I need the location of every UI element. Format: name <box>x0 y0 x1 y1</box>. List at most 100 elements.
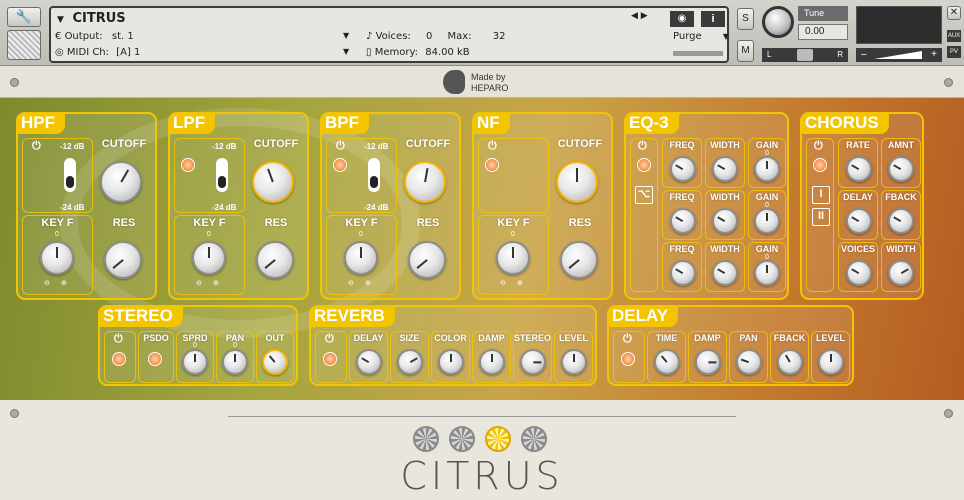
reverb-power-icon[interactable]: ⏻ <box>325 333 334 346</box>
prev-next-arrows[interactable]: ◀ ▶ <box>631 11 648 21</box>
chorus-amnt-knob[interactable] <box>888 156 914 182</box>
max-voices-value[interactable]: 32 <box>493 31 506 42</box>
lpf-keyf-minus[interactable]: ⊖ <box>196 279 202 287</box>
volume-plus[interactable]: + <box>931 48 937 61</box>
reverb-delay-knob[interactable] <box>356 349 382 375</box>
stereo-sprd-knob[interactable] <box>182 349 208 375</box>
reverb-size-knob[interactable] <box>397 349 423 375</box>
volume-minus[interactable]: – <box>861 48 867 61</box>
reverb-citrus-icon[interactable] <box>323 352 337 366</box>
hpf-cutoff-knob[interactable] <box>100 161 142 203</box>
close-button[interactable]: ✕ <box>947 6 961 20</box>
reverb-stereo-knob[interactable] <box>520 349 546 375</box>
instrument-name[interactable]: CITRUS <box>72 11 125 26</box>
solo-button[interactable]: S <box>737 8 754 30</box>
aux-button[interactable]: AUX <box>947 30 961 42</box>
tune-knob[interactable] <box>762 6 794 38</box>
delay-pan-knob[interactable] <box>736 349 762 375</box>
reverb-color-knob[interactable] <box>438 349 464 375</box>
delay-time-knob[interactable] <box>654 349 680 375</box>
stereo-out-knob[interactable] <box>262 349 288 375</box>
lpf-keyf-plus[interactable]: ⊕ <box>213 279 219 287</box>
chorus-width-knob[interactable] <box>888 260 914 286</box>
delay-citrus-icon[interactable] <box>621 352 635 366</box>
lpf-keyf-knob[interactable] <box>192 241 226 275</box>
output-dropdown-icon[interactable]: ▼ <box>343 31 349 40</box>
eq3-gain2-knob[interactable] <box>754 208 780 234</box>
nf-keyf-minus[interactable]: ⊖ <box>500 279 506 287</box>
eq3-freq1-knob[interactable] <box>670 156 696 182</box>
pv-button[interactable]: PV <box>947 46 961 58</box>
chorus-citrus-icon[interactable] <box>813 158 827 172</box>
midi-value[interactable]: [A] 1 <box>116 47 140 58</box>
midi-row[interactable]: ◎ MIDI Ch: [A] 1 <box>55 47 140 58</box>
page-wheel-3-icon[interactable] <box>485 426 511 452</box>
hpf-res-knob[interactable] <box>104 241 142 279</box>
chorus-voices-knob[interactable] <box>846 260 872 286</box>
info-button[interactable]: i <box>701 11 725 27</box>
chorus-power-icon[interactable]: ⏻ <box>814 140 823 153</box>
stereo-psdo-toggle[interactable] <box>148 352 162 366</box>
bpf-cutoff-knob[interactable] <box>404 161 446 203</box>
eq3-gain3-knob[interactable] <box>754 260 780 286</box>
hpf-keyf-knob[interactable] <box>40 241 74 275</box>
chorus-fback-knob[interactable] <box>888 208 914 234</box>
lpf-power-citrus-icon[interactable] <box>181 158 195 172</box>
hpf-slope-switch[interactable] <box>64 158 76 192</box>
nf-res-knob[interactable] <box>560 241 598 279</box>
stereo-citrus-icon[interactable] <box>112 352 126 366</box>
snapshot-button[interactable] <box>7 30 41 60</box>
reverb-level-knob[interactable] <box>561 349 587 375</box>
bpf-keyf-knob[interactable] <box>344 241 378 275</box>
pan-slider[interactable]: L R <box>762 48 848 62</box>
bpf-keyf-minus[interactable]: ⊖ <box>348 279 354 287</box>
delay-damp-knob[interactable] <box>695 349 721 375</box>
nf-cutoff-knob[interactable] <box>556 161 598 203</box>
eq3-shelf-icon[interactable]: ⌥ <box>635 186 653 204</box>
pan-handle[interactable] <box>797 49 813 61</box>
delay-power-icon[interactable]: ⏻ <box>623 333 632 346</box>
tune-value[interactable]: 0.00 <box>798 24 848 40</box>
page-wheel-2-icon[interactable] <box>449 426 475 452</box>
hpf-keyf-minus[interactable]: ⊖ <box>44 279 50 287</box>
eq3-freq3-knob[interactable] <box>670 260 696 286</box>
bpf-power-icon[interactable]: ⏻ <box>336 140 345 153</box>
bpf-res-knob[interactable] <box>408 241 446 279</box>
camera-button[interactable]: ◉ <box>670 11 694 27</box>
reverb-damp-knob[interactable] <box>479 349 505 375</box>
collapse-arrow-icon[interactable]: ▼ <box>57 15 64 25</box>
chorus-mode-2-button[interactable]: II <box>812 208 830 226</box>
nf-power-icon[interactable]: ⏻ <box>488 140 497 153</box>
eq3-width3-knob[interactable] <box>712 260 738 286</box>
chorus-delay-knob[interactable] <box>846 208 872 234</box>
bpf-slope-switch[interactable] <box>368 158 380 192</box>
mute-button[interactable]: M <box>737 40 754 62</box>
eq3-freq2-knob[interactable] <box>670 208 696 234</box>
eq3-power-icon[interactable]: ⏻ <box>638 140 647 153</box>
page-wheel-4-icon[interactable] <box>521 426 547 452</box>
chorus-rate-knob[interactable] <box>846 156 872 182</box>
wrench-button[interactable]: 🔧 <box>7 7 41 27</box>
bpf-keyf-plus[interactable]: ⊕ <box>365 279 371 287</box>
nf-keyf-plus[interactable]: ⊕ <box>517 279 523 287</box>
chorus-mode-1-button[interactable]: I <box>812 186 830 204</box>
eq3-citrus-icon[interactable] <box>637 158 651 172</box>
output-value[interactable]: st. 1 <box>112 31 134 42</box>
delay-fback-knob[interactable] <box>777 349 803 375</box>
page-wheel-1-icon[interactable] <box>413 426 439 452</box>
stereo-power-icon[interactable]: ⏻ <box>114 333 123 346</box>
lpf-cutoff-knob[interactable] <box>252 161 294 203</box>
hpf-keyf-plus[interactable]: ⊕ <box>61 279 67 287</box>
stereo-pan-knob[interactable] <box>222 349 248 375</box>
lpf-res-knob[interactable] <box>256 241 294 279</box>
output-row[interactable]: € Output: st. 1 <box>55 31 134 42</box>
eq3-width1-knob[interactable] <box>712 156 738 182</box>
purge-menu[interactable]: Purge ▼ <box>673 31 729 42</box>
midi-dropdown-icon[interactable]: ▼ <box>343 47 349 56</box>
volume-slider[interactable]: – + <box>856 48 942 62</box>
eq3-width2-knob[interactable] <box>712 208 738 234</box>
lpf-slope-switch[interactable] <box>216 158 228 192</box>
delay-level-knob[interactable] <box>818 349 844 375</box>
bpf-citrus-icon[interactable] <box>333 158 347 172</box>
eq3-gain1-knob[interactable] <box>754 156 780 182</box>
